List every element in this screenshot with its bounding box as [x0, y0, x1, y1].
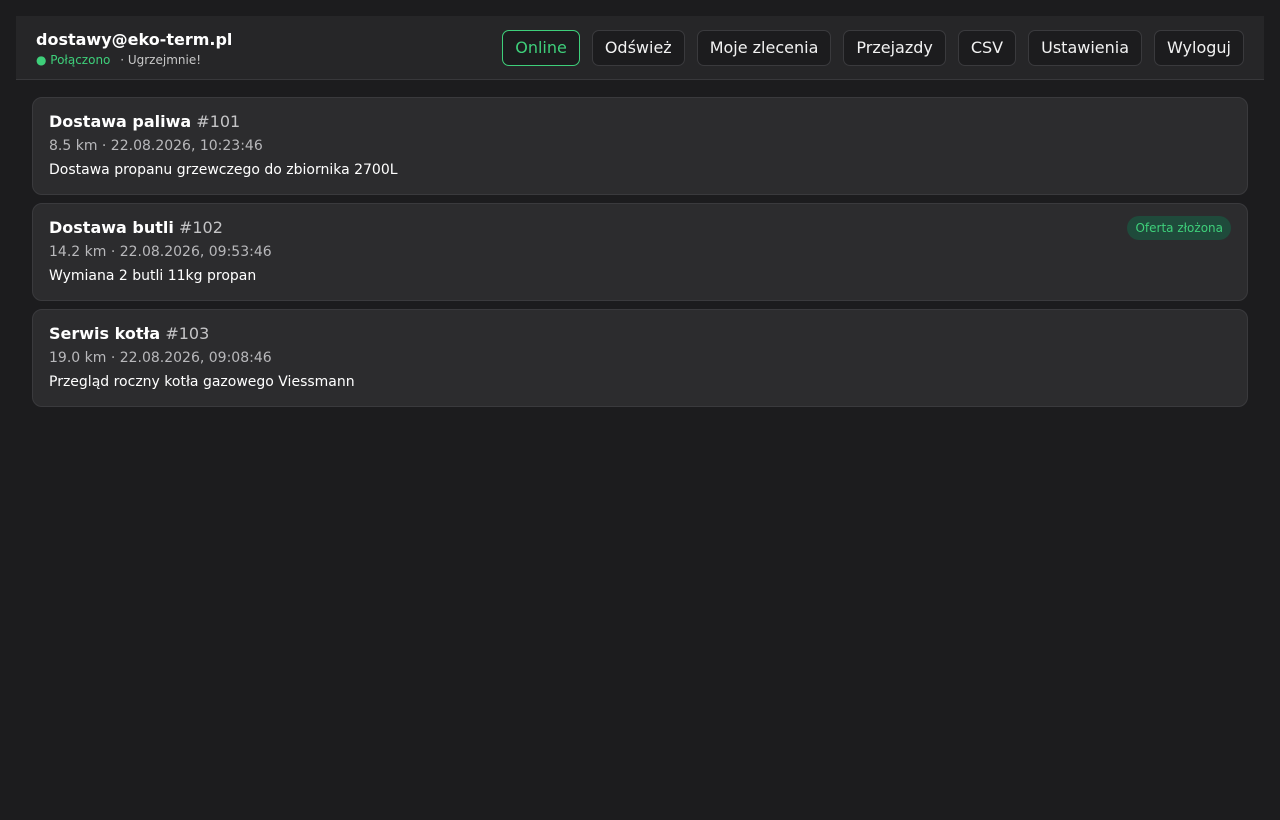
online-toggle-button[interactable]: Online	[502, 30, 580, 66]
order-title: Serwis kotła #103	[49, 323, 1231, 345]
user-identity: dostawy@eko-term.pl ● Połączono · Ugrzej…	[36, 30, 232, 67]
order-title: Dostawa butli #102	[49, 217, 1231, 239]
order-meta: 19.0 km · 22.08.2026, 09:08:46	[49, 350, 272, 366]
order-card[interactable]: Dostawa butli #102 Oferta złożona 14.2 k…	[32, 203, 1248, 301]
user-email: dostawy@eko-term.pl	[36, 30, 233, 49]
refresh-button[interactable]: Odśwież	[591, 30, 685, 66]
order-description: Dostawa propanu grzewczego do zbiornika …	[49, 162, 398, 178]
order-name: Dostawa paliwa	[49, 112, 192, 131]
csv-export-button[interactable]: CSV	[957, 30, 1017, 66]
top-bar: dostawy@eko-term.pl ● Połączono · Ugrzej…	[16, 16, 1264, 80]
logout-button[interactable]: Wyloguj	[1154, 30, 1244, 66]
my-orders-button[interactable]: Moje zlecenia	[696, 30, 832, 66]
order-id: #101	[196, 112, 241, 131]
orders-list: Dostawa paliwa #101 8.5 km · 22.08.2026,…	[32, 97, 1248, 415]
offer-submitted-badge: Oferta złożona	[1127, 216, 1231, 240]
trips-button[interactable]: Przejazdy	[843, 30, 946, 66]
toolbar: Online Odśwież Moje zlecenia Przejazdy C…	[502, 30, 1244, 66]
order-title: Dostawa paliwa #101	[49, 111, 1231, 133]
status-greeting: · Ugrzejmnie!	[120, 53, 202, 67]
connection-status: ● Połączono · Ugrzejmnie!	[36, 53, 232, 67]
settings-button[interactable]: Ustawienia	[1028, 30, 1143, 66]
order-description: Wymiana 2 butli 11kg propan	[49, 268, 257, 284]
order-description: Przegląd roczny kotła gazowego Viessmann	[49, 374, 355, 390]
order-name: Serwis kotła	[49, 324, 161, 343]
order-meta: 14.2 km · 22.08.2026, 09:53:46	[49, 244, 272, 260]
status-connected: ● Połączono	[36, 53, 111, 67]
order-card[interactable]: Dostawa paliwa #101 8.5 km · 22.08.2026,…	[32, 97, 1248, 195]
order-id: #103	[165, 324, 210, 343]
order-name: Dostawa butli	[49, 218, 174, 237]
order-meta: 8.5 km · 22.08.2026, 10:23:46	[49, 138, 263, 154]
order-card[interactable]: Serwis kotła #103 19.0 km · 22.08.2026, …	[32, 309, 1248, 407]
order-id: #102	[178, 218, 223, 237]
